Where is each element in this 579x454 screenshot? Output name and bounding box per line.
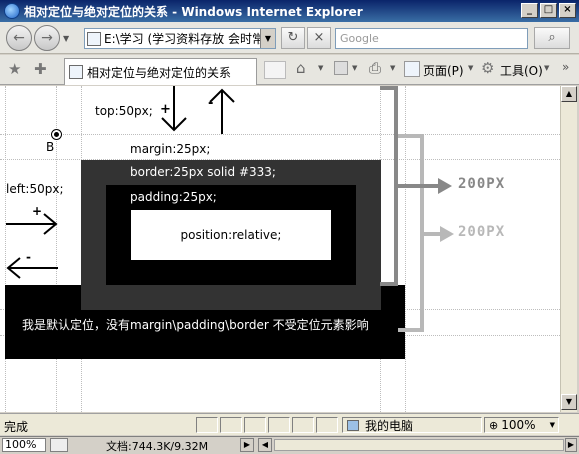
grid-line (0, 134, 560, 135)
dim-arrow-icon-2 (424, 226, 454, 242)
ie-logo-icon (4, 3, 20, 19)
stop-button[interactable]: × (307, 27, 331, 49)
bracket-light (398, 134, 424, 332)
feeds-dropdown-icon[interactable]: ▼ (352, 64, 357, 72)
status-pane (244, 417, 266, 433)
padding-label: padding:25px; (130, 190, 217, 204)
left-offset-label: left:50px; (6, 182, 64, 196)
dim-label-1: 200PX (458, 176, 506, 192)
close-button[interactable]: × (559, 3, 576, 18)
right-arrow-icon (6, 213, 58, 235)
zone-pane: 我的电脑 (342, 417, 482, 433)
home-dropdown-icon[interactable]: ▼ (318, 64, 323, 72)
home-icon[interactable]: ⌂ (296, 59, 306, 77)
up-arrow-icon (209, 88, 235, 134)
point-b-label: B (46, 140, 55, 154)
status-bar: 完成 我的电脑 ⊕ 100% ▼ (0, 413, 579, 435)
scroll-up-button[interactable]: ▲ (561, 86, 577, 102)
dim-label-2: 200PX (458, 224, 506, 240)
tab-current[interactable]: 相对定位与绝对定位的关系 (64, 58, 257, 85)
forward-button[interactable]: → (34, 25, 60, 51)
bottom-zoom-field[interactable]: 100% (2, 438, 46, 452)
page-menu[interactable]: 页面(P) (423, 62, 464, 79)
vertical-scrollbar[interactable]: ▲ ▼ (560, 86, 577, 412)
hscroll-right-button[interactable]: ▶ (240, 438, 254, 452)
favorites-star-icon[interactable]: ★ (8, 60, 21, 78)
content-box-label: position:relative; (180, 228, 282, 242)
search-icon: ⌕ (548, 30, 556, 45)
search-button[interactable]: ⌕ (534, 27, 570, 49)
down-arrow-icon (161, 86, 187, 132)
status-pane (196, 417, 218, 433)
title-bar: 相对定位与绝对定位的关系 - Windows Internet Explorer… (0, 0, 579, 22)
tab-page-icon (69, 65, 83, 79)
content-box: position:relative; (131, 210, 331, 260)
add-favorites-icon[interactable]: ✚ (34, 60, 47, 78)
page-menu-icon[interactable] (404, 61, 420, 77)
gear-icon[interactable]: ⚙ (481, 59, 494, 77)
zoom-icon: ⊕ (489, 418, 499, 432)
status-pane (268, 417, 290, 433)
hscroll-left-button[interactable]: ◀ (258, 438, 272, 452)
page-content: top:50px; + - B left:50px; + - 我是默认定位，没有… (0, 86, 560, 412)
chevron-more-icon[interactable]: » (562, 60, 569, 74)
feeds-icon[interactable] (334, 61, 348, 75)
hscroll-end-button[interactable]: ▶ (565, 438, 577, 452)
grid-line (5, 86, 6, 412)
document-size: 文档:744.3K/9.32M (106, 440, 209, 453)
search-input[interactable]: Google (335, 28, 528, 49)
zoom-pane[interactable]: ⊕ 100% ▼ (484, 417, 559, 433)
tools-menu[interactable]: 工具(O) (500, 62, 543, 79)
tools-dropdown-icon[interactable]: ▼ (544, 64, 549, 72)
address-toolbar: ← → ▼ E:\学习 (学习资料存放 会时常 ▼ ↻ × Google ⌕ (0, 22, 579, 54)
command-bar: ★ ✚ 相对定位与绝对定位的关系 ⌂ ▼ ▼ ⎙ ▼ 页面(P) ▼ ⚙ 工具(… (0, 55, 579, 85)
status-pane (220, 417, 242, 433)
minimize-button[interactable]: _ (521, 3, 538, 18)
zone-text: 我的电脑 (365, 418, 414, 433)
tab-title: 相对定位与绝对定位的关系 (87, 65, 232, 80)
top-offset-label: top:50px; (95, 104, 153, 118)
back-button[interactable]: ← (6, 25, 32, 51)
status-pane (292, 417, 314, 433)
margin-label: margin:25px; (130, 142, 211, 156)
status-pane (316, 417, 338, 433)
new-tab-button[interactable] (264, 61, 286, 79)
page-setup-icon[interactable] (50, 438, 68, 452)
zoom-text[interactable]: 100% (501, 418, 535, 432)
computer-icon (347, 419, 359, 431)
page-dropdown-icon[interactable]: ▼ (468, 64, 473, 72)
origin-point-icon (52, 130, 61, 139)
address-dropdown-icon[interactable]: ▼ (260, 29, 275, 48)
address-field[interactable]: E:\学习 (学习资料存放 会时常 ▼ (84, 28, 276, 49)
border-label: border:25px solid #333; (130, 165, 276, 179)
print-icon[interactable]: ⎙ (369, 59, 381, 77)
history-dropdown-icon[interactable]: ▼ (63, 34, 69, 43)
scroll-down-button[interactable]: ▼ (561, 394, 577, 410)
print-dropdown-icon[interactable]: ▼ (390, 64, 395, 72)
bottom-bar: 100% 文档:744.3K/9.32M ▶ ◀ ▶ (0, 436, 579, 453)
maximize-button[interactable]: □ (540, 3, 557, 18)
default-position-label: 我是默认定位，没有margin\padding\border 不受定位元素影响 (22, 318, 369, 332)
page-icon (87, 31, 101, 46)
status-text: 完成 (4, 420, 29, 434)
refresh-button[interactable]: ↻ (281, 27, 305, 49)
address-url[interactable]: E:\学习 (学习资料存放 会时常 (104, 30, 260, 47)
left-arrow-icon (6, 257, 58, 279)
horizontal-scrollbar[interactable] (274, 439, 564, 451)
zoom-dropdown-icon[interactable]: ▼ (550, 421, 555, 429)
dim-arrow-icon-1 (398, 178, 452, 194)
window-title: 相对定位与绝对定位的关系 - Windows Internet Explorer (24, 4, 363, 19)
bracket-dark (380, 86, 398, 286)
